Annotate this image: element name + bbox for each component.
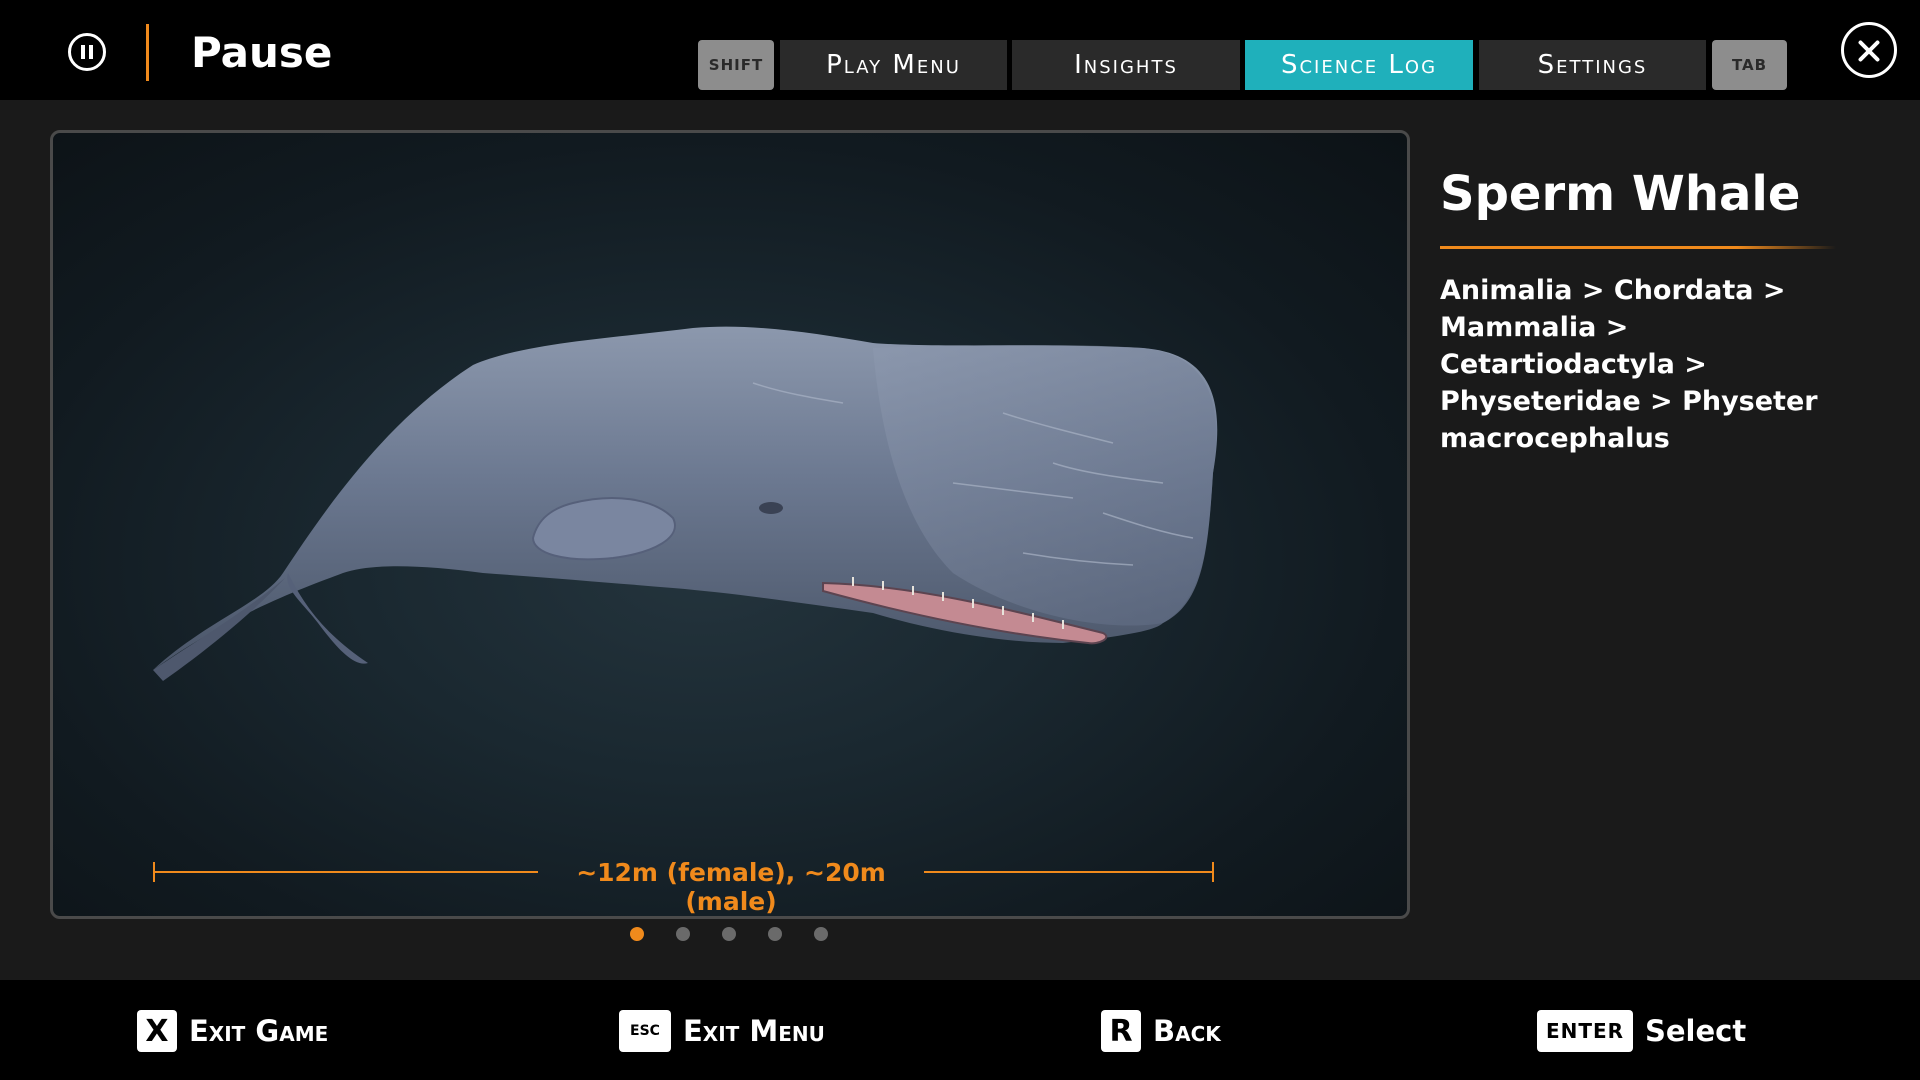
- sperm-whale-illustration: [153, 326, 1218, 681]
- tab-settings[interactable]: Settings: [1479, 40, 1706, 90]
- size-scale-bar: ~12m (female), ~20m (male): [153, 858, 1214, 916]
- esc-key-icon: ESC: [619, 1010, 671, 1052]
- page-title: Pause: [191, 28, 333, 77]
- enter-key-icon: ENTER: [1537, 1010, 1633, 1052]
- select-label: Select: [1645, 1014, 1747, 1048]
- species-name: Sperm Whale: [1440, 166, 1801, 222]
- pause-icon: [68, 33, 106, 71]
- exit-game-label: Exit Game: [189, 1014, 329, 1048]
- r-key-icon: R: [1101, 1010, 1141, 1052]
- species-divider: [1440, 246, 1836, 249]
- tab-science-log[interactable]: Science Log: [1245, 40, 1473, 90]
- taxonomy-text: Animalia > Chordata > Mammalia > Cetarti…: [1440, 275, 1818, 454]
- x-key-icon: X: [137, 1010, 177, 1052]
- page-dot-2[interactable]: [676, 927, 690, 941]
- tab-insights[interactable]: Insights: [1012, 40, 1240, 90]
- close-icon[interactable]: [1841, 22, 1897, 78]
- back-action[interactable]: R Back: [1101, 1010, 1221, 1052]
- exit-menu-label: Exit Menu: [683, 1014, 825, 1048]
- page-dot-5[interactable]: [814, 927, 828, 941]
- scale-line-right: [924, 871, 1214, 873]
- bottom-bar: X Exit Game ESC Exit Menu R Back ENTER S…: [0, 980, 1920, 1080]
- page-dot-1[interactable]: [630, 927, 644, 941]
- shift-key-hint: SHIFT: [698, 40, 774, 90]
- tab-play-menu[interactable]: Play Menu: [780, 40, 1007, 90]
- scale-line-left: [153, 871, 538, 873]
- size-label: ~12m (female), ~20m (male): [576, 858, 886, 916]
- scale-cap-right: [1212, 862, 1214, 882]
- top-bar: Pause SHIFT Play Menu Insights Science L…: [0, 0, 1920, 100]
- select-action[interactable]: ENTER Select: [1537, 1010, 1746, 1052]
- exit-menu-action[interactable]: ESC Exit Menu: [619, 1010, 825, 1052]
- page-dot-4[interactable]: [768, 927, 782, 941]
- tab-key-hint: TAB: [1712, 40, 1787, 90]
- title-divider: [146, 24, 149, 81]
- page-dot-3[interactable]: [722, 927, 736, 941]
- species-image-panel: ~12m (female), ~20m (male): [50, 130, 1410, 919]
- page-indicator: [630, 927, 828, 941]
- whale-eye: [759, 502, 783, 514]
- exit-game-action[interactable]: X Exit Game: [137, 1010, 328, 1052]
- back-label: Back: [1153, 1014, 1221, 1048]
